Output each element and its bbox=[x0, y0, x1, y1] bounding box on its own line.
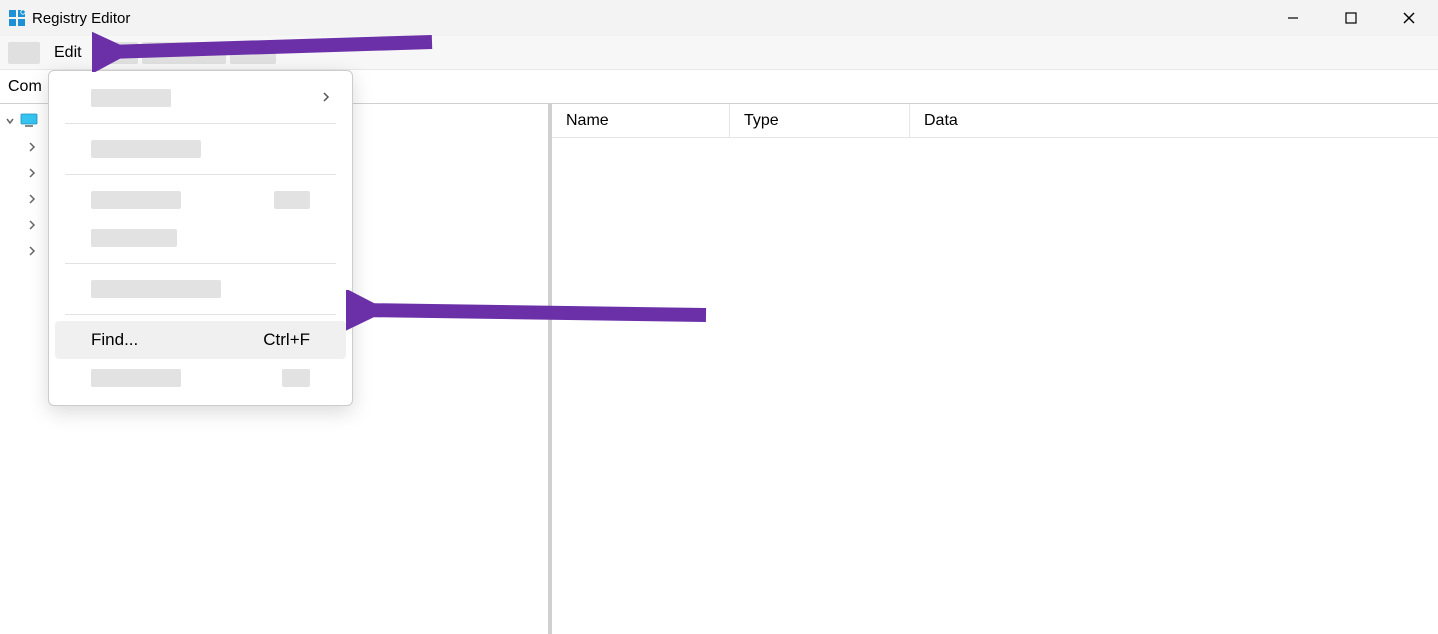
chevron-right-icon bbox=[320, 88, 332, 108]
chevron-right-icon[interactable] bbox=[22, 141, 42, 153]
menu-item-redacted[interactable] bbox=[230, 42, 276, 64]
dropdown-item-redacted[interactable] bbox=[55, 181, 346, 219]
menu-item-redacted[interactable] bbox=[8, 42, 40, 64]
titlebar-left: Registry Editor bbox=[8, 9, 130, 27]
edit-dropdown-menu: Find... Ctrl+F bbox=[48, 70, 353, 406]
maximize-button[interactable] bbox=[1322, 0, 1380, 36]
dropdown-item-redacted[interactable] bbox=[55, 130, 346, 168]
redacted-label bbox=[91, 89, 171, 107]
redacted-label bbox=[91, 140, 201, 158]
menu-separator bbox=[65, 123, 336, 124]
chevron-right-icon[interactable] bbox=[22, 245, 42, 257]
redacted-label bbox=[91, 280, 221, 298]
redacted-shortcut bbox=[274, 191, 310, 209]
close-button[interactable] bbox=[1380, 0, 1438, 36]
column-header-name[interactable]: Name bbox=[552, 104, 730, 137]
values-pane[interactable]: Name Type Data bbox=[552, 104, 1438, 634]
menu-item-redacted[interactable] bbox=[142, 42, 226, 64]
chevron-down-icon[interactable] bbox=[0, 115, 20, 127]
redacted-label bbox=[91, 229, 177, 247]
menu-separator bbox=[65, 314, 336, 315]
address-path: Com bbox=[8, 78, 42, 96]
window-controls bbox=[1264, 0, 1438, 36]
redacted-shortcut bbox=[282, 369, 310, 387]
menu-edit[interactable]: Edit bbox=[44, 40, 92, 66]
dropdown-item-find[interactable]: Find... Ctrl+F bbox=[55, 321, 346, 359]
computer-icon bbox=[20, 112, 38, 130]
menu-separator bbox=[65, 263, 336, 264]
redacted-label bbox=[91, 369, 181, 387]
column-headers: Name Type Data bbox=[552, 104, 1438, 138]
dropdown-item-redacted[interactable] bbox=[55, 219, 346, 257]
column-header-data[interactable]: Data bbox=[910, 104, 1340, 137]
window-title: Registry Editor bbox=[32, 10, 130, 27]
chevron-right-icon[interactable] bbox=[22, 193, 42, 205]
find-label: Find... bbox=[91, 330, 138, 350]
dropdown-item-redacted[interactable] bbox=[55, 79, 346, 117]
column-header-type[interactable]: Type bbox=[730, 104, 910, 137]
minimize-button[interactable] bbox=[1264, 0, 1322, 36]
dropdown-item-redacted[interactable] bbox=[55, 270, 346, 308]
find-shortcut: Ctrl+F bbox=[263, 330, 310, 350]
menu-item-redacted[interactable] bbox=[96, 42, 138, 64]
menubar: Edit bbox=[0, 36, 1438, 70]
redacted-label bbox=[91, 191, 181, 209]
titlebar: Registry Editor bbox=[0, 0, 1438, 36]
dropdown-item-redacted[interactable] bbox=[55, 359, 346, 397]
chevron-right-icon[interactable] bbox=[22, 167, 42, 179]
regedit-icon bbox=[8, 9, 26, 27]
chevron-right-icon[interactable] bbox=[22, 219, 42, 231]
menu-separator bbox=[65, 174, 336, 175]
